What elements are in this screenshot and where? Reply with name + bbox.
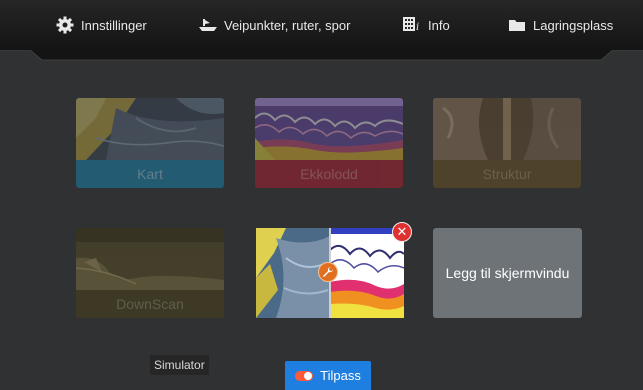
tile-label: Kart: [76, 160, 224, 188]
chart-thumbnail: [76, 98, 224, 160]
tile-label: Struktur: [433, 160, 581, 188]
svg-text:i: i: [416, 22, 419, 33]
toolbar-item-label: Innstillinger: [81, 17, 147, 33]
structure-thumbnail: [433, 98, 581, 160]
tile-structure[interactable]: Struktur: [433, 98, 581, 188]
boat-icon: [198, 16, 218, 34]
toolbar-item-label: Lagringsplass: [533, 17, 614, 33]
sonar-thumbnail: [255, 98, 403, 160]
toolbar-item-info[interactable]: i Info: [402, 14, 450, 36]
add-window-label: Legg til skjermvindu: [445, 265, 570, 281]
toolbar-item-storage[interactable]: Lagringsplass: [507, 14, 613, 36]
downscan-thumbnail: [76, 228, 224, 290]
customize-button[interactable]: Tilpass: [285, 361, 371, 390]
tile-sonar[interactable]: Ekkolodd: [255, 98, 403, 188]
toolbar-item-label: Info: [428, 17, 450, 33]
add-window-button[interactable]: Legg til skjermvindu: [433, 228, 582, 318]
toolbar-item-settings[interactable]: Innstillinger: [55, 14, 147, 36]
tile-label: DownScan: [76, 290, 224, 318]
wrench-icon[interactable]: [318, 262, 338, 282]
toolbar-item-waypoints[interactable]: Veipunkter, ruter, spor: [198, 14, 350, 36]
top-toolbar: Innstillinger Veipunkter, ruter, spor i: [0, 0, 643, 50]
customize-label: Tilpass: [320, 368, 361, 383]
toolbar-edge: [0, 50, 643, 62]
toggle-icon: [295, 370, 314, 381]
tile-downscan[interactable]: DownScan: [76, 228, 224, 318]
tile-label: Ekkolodd: [255, 160, 403, 188]
toolbar-item-label: Veipunkter, ruter, spor: [224, 17, 351, 33]
tile-chart[interactable]: Kart: [76, 98, 224, 188]
simulator-indicator: Simulator: [150, 355, 209, 375]
gear-icon: [55, 16, 75, 34]
folder-icon: [507, 16, 527, 34]
info-icon: i: [402, 16, 422, 34]
close-icon[interactable]: ✕: [392, 222, 412, 242]
